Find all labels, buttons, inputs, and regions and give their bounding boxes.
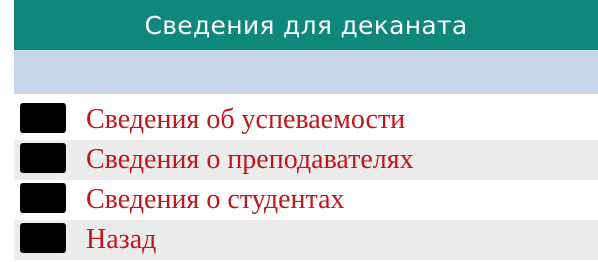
menu-item-label[interactable]: Сведения об успеваемости	[86, 104, 405, 136]
menu-item-grades[interactable]: Сведения об успеваемости	[14, 100, 598, 140]
menu-item-label[interactable]: Сведения о преподавателях	[86, 144, 414, 176]
form-title: Сведения для деканата	[144, 10, 468, 40]
menu-button-icon[interactable]	[20, 143, 66, 173]
menu-button-icon[interactable]	[20, 223, 66, 253]
menu-item-students[interactable]: Сведения о студентах	[14, 180, 598, 220]
menu-item-label[interactable]: Сведения о студентах	[86, 184, 345, 216]
menu-item-label[interactable]: Назад	[86, 224, 156, 256]
title-bar: Сведения для деканата	[14, 0, 598, 50]
header-band	[14, 50, 598, 94]
form-window: Сведения для деканата Сведения об успева…	[14, 0, 598, 262]
menu-button-icon[interactable]	[20, 103, 66, 133]
menu-item-back[interactable]: Назад	[14, 220, 598, 260]
navigation-menu: Сведения об успеваемости Сведения о преп…	[14, 94, 598, 262]
menu-button-icon[interactable]	[20, 183, 66, 213]
menu-item-teachers[interactable]: Сведения о преподавателях	[14, 140, 598, 180]
left-margin	[0, 0, 14, 262]
